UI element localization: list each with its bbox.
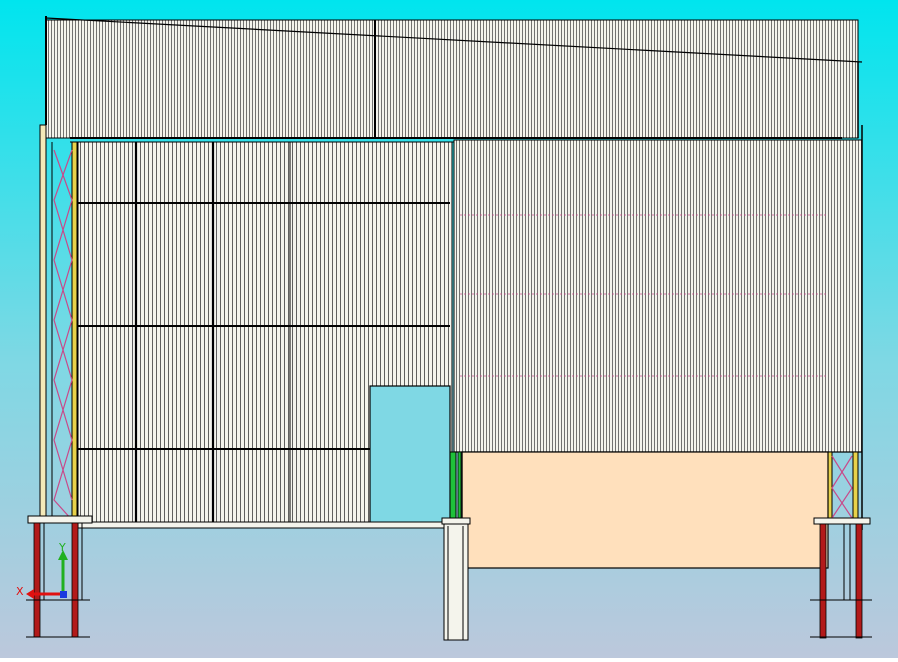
door-panel[interactable] <box>461 451 829 569</box>
right-foundation-red-2 <box>855 523 863 639</box>
center-pier-cap <box>441 517 471 525</box>
center-post-green-2 <box>457 451 462 523</box>
cad-viewport[interactable]: X Y <box>0 0 898 658</box>
right-pier-cap <box>813 517 871 525</box>
axis-z-marker <box>60 591 67 598</box>
right-cladding[interactable] <box>453 139 863 453</box>
left-pier-cap <box>27 515 93 524</box>
right-foundation-red-1 <box>819 523 827 639</box>
elevation-drawing[interactable]: X Y <box>0 0 898 658</box>
left-foundation-red-1 <box>33 522 41 638</box>
right-column-outer <box>852 451 859 521</box>
door-opening[interactable] <box>369 385 451 524</box>
center-post-green <box>449 451 457 523</box>
left-column-outer <box>39 124 47 518</box>
axis-x-label: X <box>16 585 24 598</box>
base-sill <box>77 521 451 529</box>
left-column-inner <box>71 141 78 521</box>
left-foundation-red-2 <box>71 522 79 638</box>
upper-cladding[interactable] <box>45 19 859 139</box>
axis-y-label: Y <box>58 541 66 554</box>
